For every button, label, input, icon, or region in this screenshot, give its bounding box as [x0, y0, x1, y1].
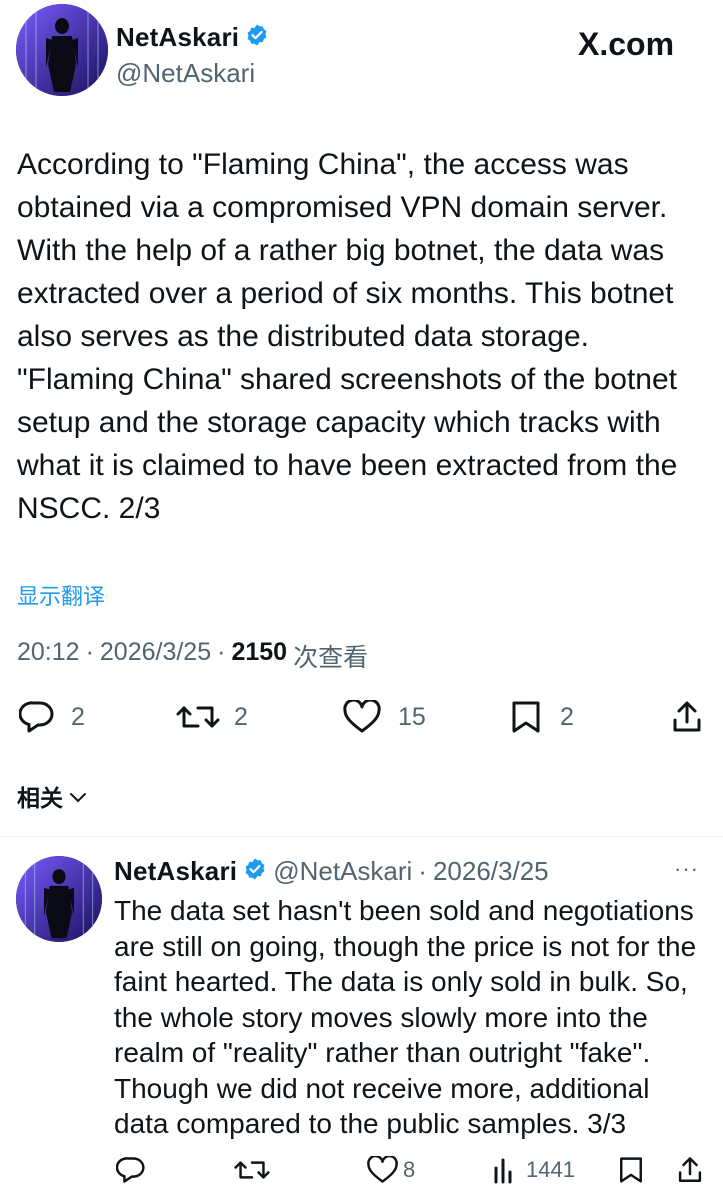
reply-header: NetAskari @NetAskari · 2026/3/25 [114, 856, 549, 887]
verified-badge-icon [243, 857, 267, 886]
reply-repost-button[interactable] [234, 1156, 270, 1184]
reply-count: 2 [71, 702, 85, 731]
meta-separator: · [418, 856, 427, 886]
bookmark-icon [618, 1156, 644, 1184]
related-section-toggle[interactable]: 相关 [17, 779, 87, 813]
reply-reply-button[interactable] [116, 1156, 146, 1184]
avatar-figure-icon [16, 856, 102, 942]
tweet-meta: 20:12 · 2026/3/25 · 2150 次查看 [17, 638, 368, 674]
like-count: 15 [398, 702, 426, 731]
author-name[interactable]: NetAskari [116, 22, 239, 53]
repost-button[interactable]: 2 [176, 700, 248, 734]
reply-icon [19, 700, 55, 734]
reply-icon [116, 1156, 146, 1184]
avatar-figure-icon [16, 4, 108, 96]
reply-views-button[interactable]: 1441 [492, 1156, 575, 1184]
bookmark-icon [510, 700, 542, 734]
reply-text: The data set hasn't been sold and negoti… [114, 895, 697, 1139]
share-icon [670, 700, 704, 734]
reply-author-handle[interactable]: @NetAskari [273, 856, 412, 887]
reply-share-button[interactable] [676, 1156, 704, 1184]
repost-icon [234, 1156, 270, 1184]
reply-like-count: 8 [403, 1157, 416, 1182]
views-count: 2150 [231, 638, 288, 666]
brand-text: X.com [578, 26, 675, 62]
related-label: 相关 [17, 785, 63, 811]
views-label: 次查看 [293, 644, 369, 672]
author-avatar[interactable] [16, 4, 108, 96]
reply-like-button[interactable]: 8 [366, 1156, 415, 1184]
author-handle[interactable]: @NetAskari [116, 58, 255, 89]
reply-views-count: 1441 [526, 1157, 575, 1182]
x-brand-logo: X.com [578, 26, 674, 63]
tweet-date[interactable]: 2026/3/25 [100, 638, 211, 674]
verified-badge-icon [245, 23, 269, 52]
like-button[interactable]: 15 [342, 700, 426, 734]
analytics-bars-icon [492, 1156, 518, 1184]
chevron-down-icon [69, 783, 87, 810]
translate-link[interactable]: 显示翻译 [17, 579, 105, 611]
reply-bookmark-button[interactable] [618, 1156, 644, 1184]
meta-separator: · [85, 638, 94, 666]
reply-author-avatar[interactable] [16, 856, 102, 942]
reply-date[interactable]: 2026/3/25 [433, 856, 549, 887]
section-divider [0, 836, 723, 837]
tweet-time[interactable]: 20:12 [17, 638, 80, 674]
reply-button[interactable]: 2 [19, 700, 85, 734]
tweet-text: According to "Flaming China", the access… [17, 148, 678, 525]
repost-icon [176, 700, 220, 734]
heart-icon [342, 700, 382, 734]
heart-icon [366, 1156, 399, 1184]
repost-count: 2 [234, 702, 248, 731]
more-dots-icon: ··· [674, 856, 699, 881]
bookmark-count: 2 [560, 702, 574, 731]
bookmark-button[interactable]: 2 [510, 700, 574, 734]
reply-author-name[interactable]: NetAskari [114, 856, 237, 887]
share-icon [676, 1156, 704, 1184]
meta-separator: · [217, 638, 226, 666]
more-options-button[interactable]: ··· [674, 856, 699, 882]
share-button[interactable] [670, 700, 704, 734]
